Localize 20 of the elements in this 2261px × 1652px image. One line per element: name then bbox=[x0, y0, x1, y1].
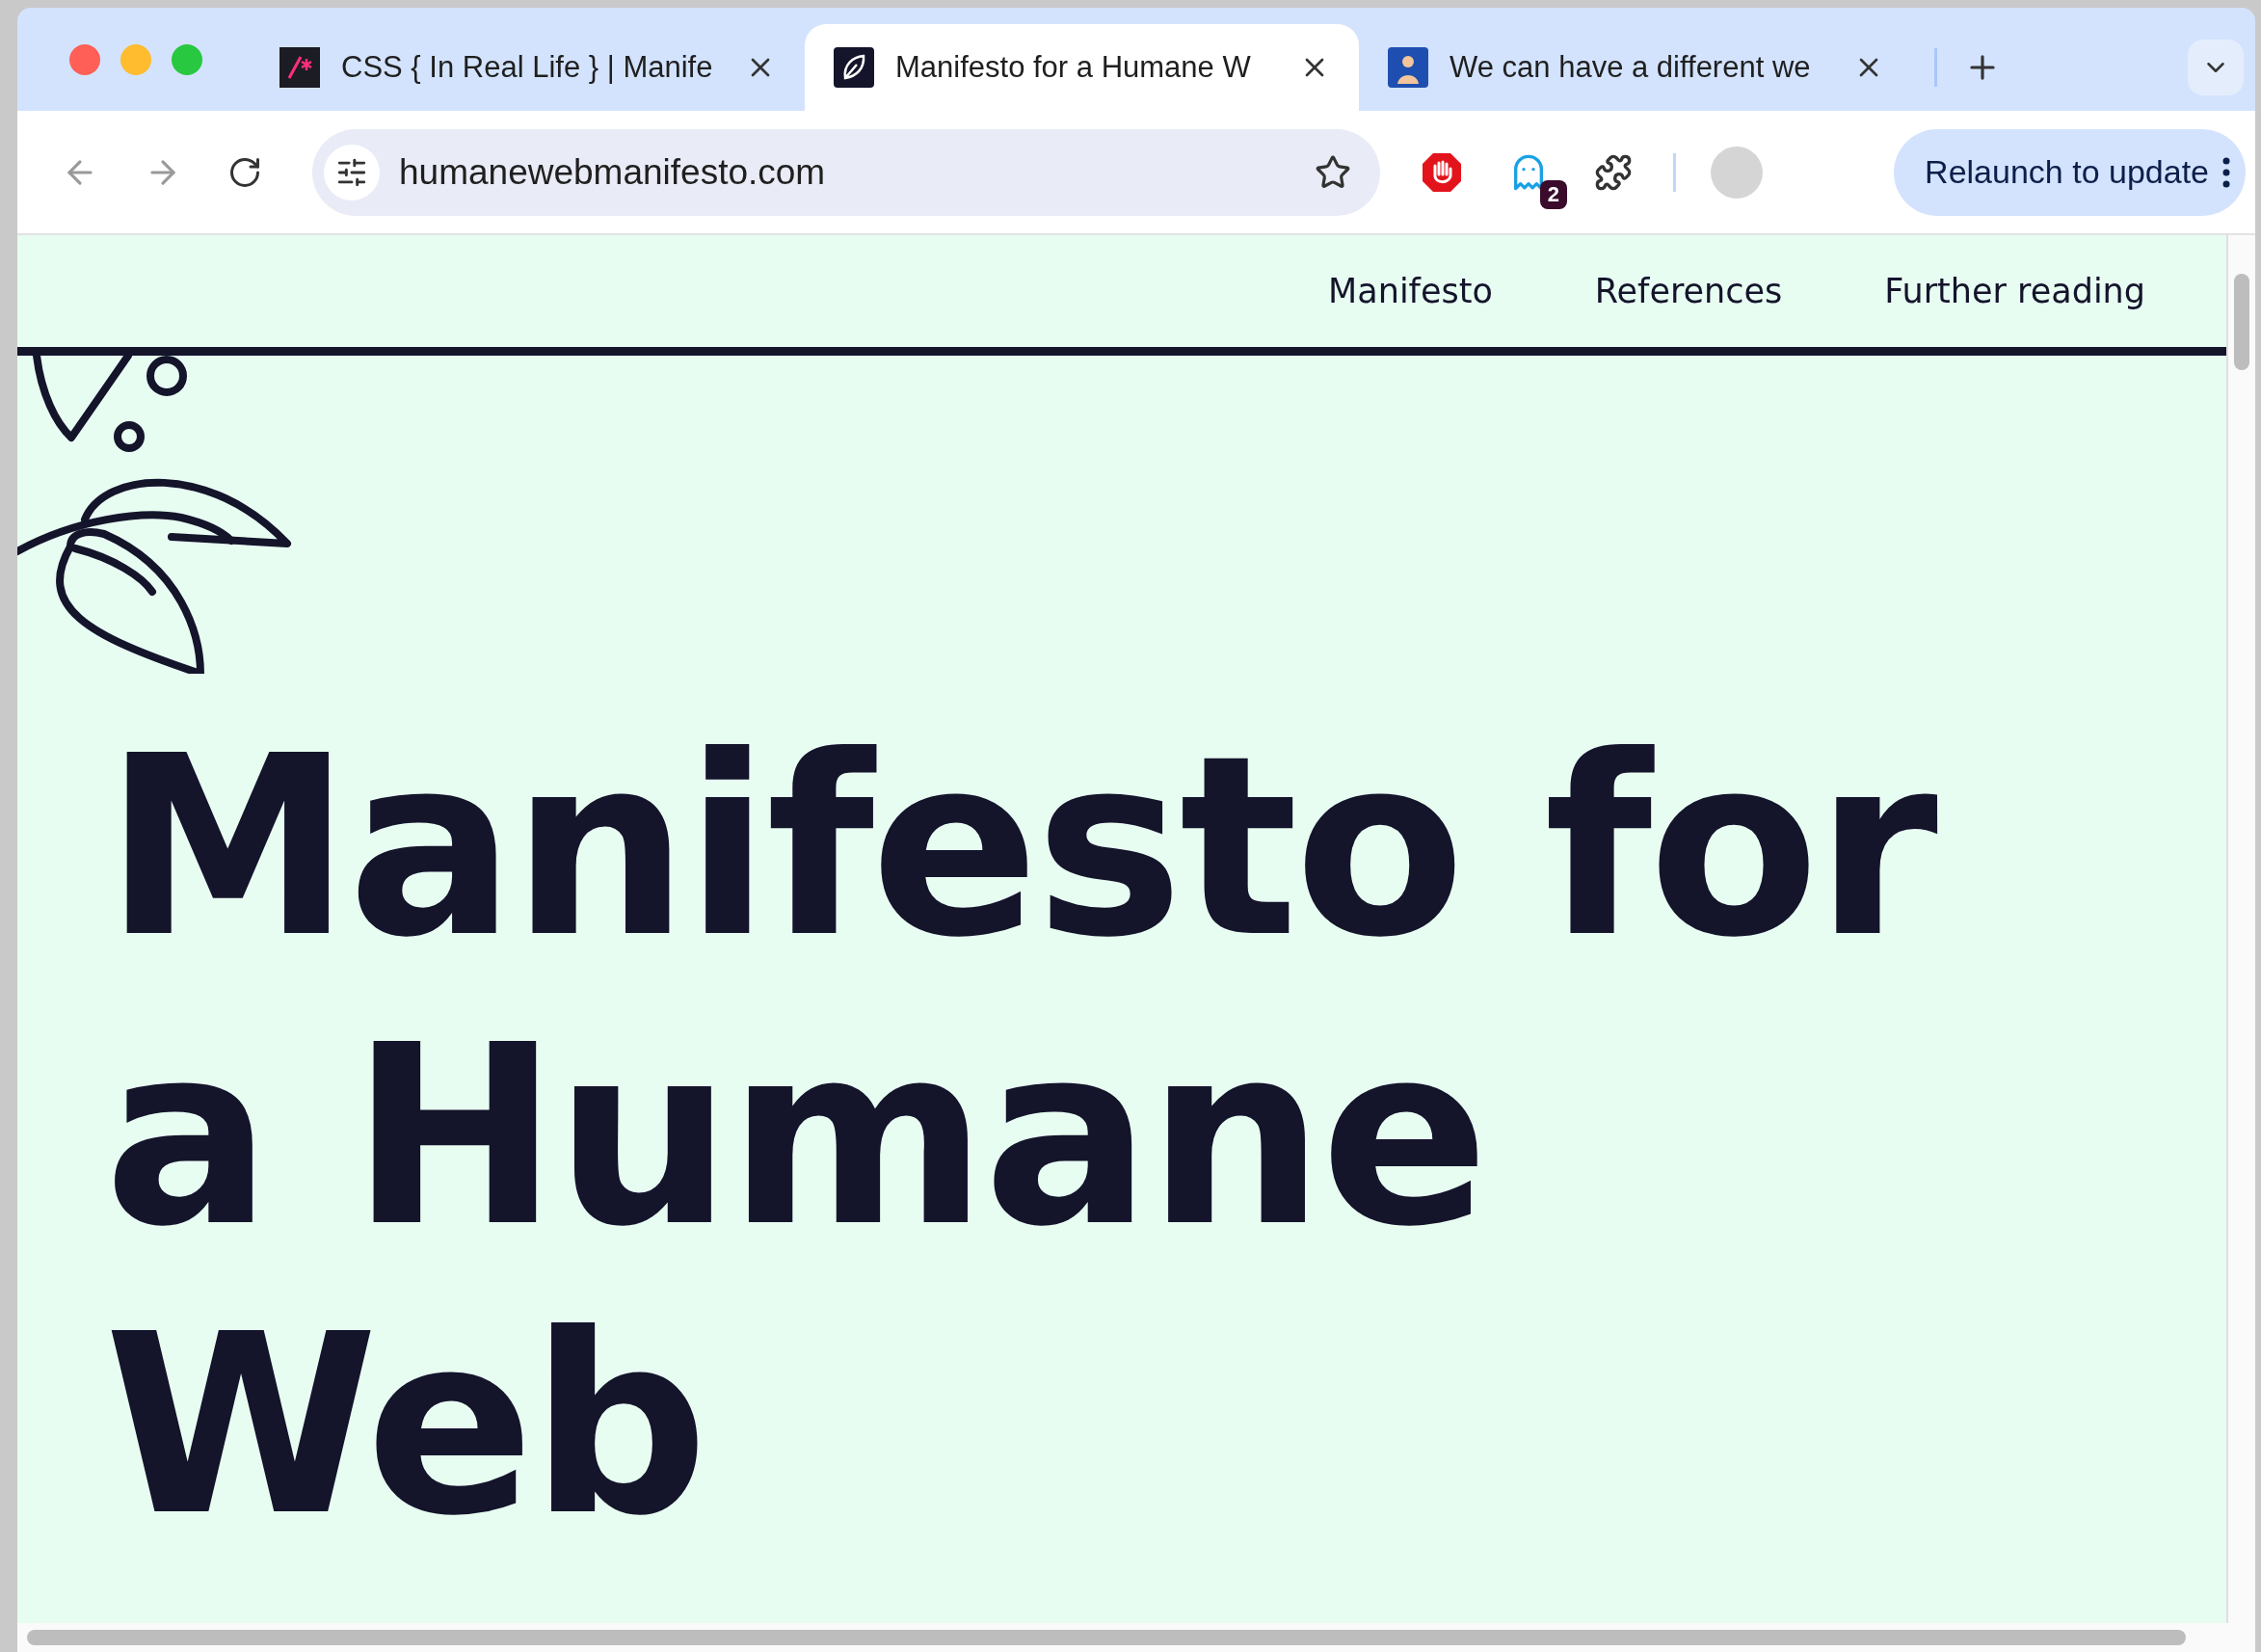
tab-title: Manifesto for a Humane W bbox=[895, 50, 1252, 85]
css-favicon-icon bbox=[279, 47, 320, 88]
relaunch-button[interactable]: Relaunch to update bbox=[1894, 128, 2246, 216]
browser-tab[interactable]: We can have a different we bbox=[1359, 24, 1913, 111]
nav-link[interactable]: References bbox=[1594, 272, 1783, 310]
browser-tab[interactable]: CSS { In Real Life } | Manife bbox=[251, 24, 805, 111]
horizontal-scrollbar[interactable] bbox=[27, 1630, 2186, 1645]
tab-title: We can have a different we bbox=[1450, 50, 1812, 85]
url-text: humanewebmanifesto.com bbox=[399, 151, 827, 193]
nav-link[interactable]: Manifesto bbox=[1328, 272, 1493, 310]
more-menu-icon bbox=[2222, 156, 2230, 188]
leaf-favicon-icon bbox=[834, 47, 874, 88]
nav-link[interactable]: Further reading bbox=[1884, 272, 2145, 310]
tab-title: CSS { In Real Life } | Manife bbox=[341, 50, 714, 85]
photo-favicon-icon bbox=[1388, 47, 1428, 88]
vertical-scrollbar[interactable] bbox=[2234, 274, 2249, 370]
address-bar[interactable]: humanewebmanifesto.com bbox=[312, 128, 1380, 216]
extension-badge: 2 bbox=[1539, 179, 1567, 209]
page-heading: Manifesto for a Humane Web bbox=[104, 703, 2080, 1570]
browser-tab[interactable]: Manifesto for a Humane W bbox=[805, 24, 1359, 111]
